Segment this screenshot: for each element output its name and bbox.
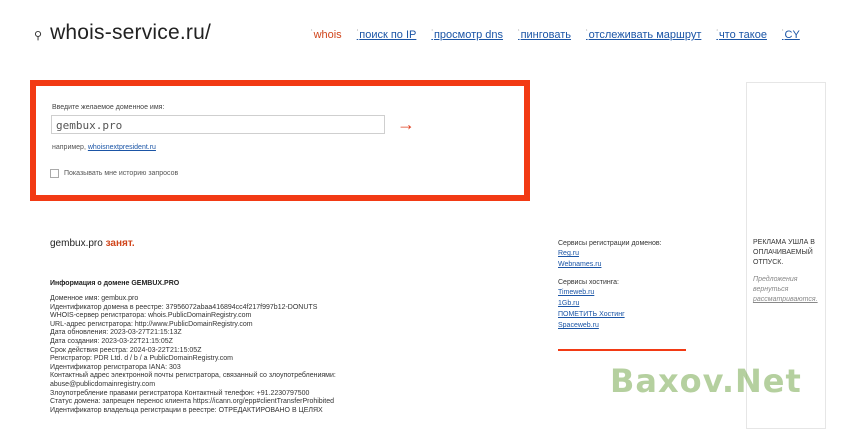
nav-cy[interactable]: ‘CY (782, 29, 800, 41)
info-line: Дата создания: 2023-03-22T21:15:05Z (50, 337, 173, 345)
result-status: gembux.pro занят. (50, 238, 135, 249)
hosting-title: Сервисы хостинга: (558, 279, 619, 286)
service-link-timeweb[interactable]: Timeweb.ru (558, 289, 662, 296)
nav-ip-search[interactable]: ‘поиск по IP (357, 29, 417, 41)
search-example: например, whoisnextpresident.ru (52, 144, 156, 151)
history-checkbox[interactable] (50, 169, 59, 178)
service-link-1gb[interactable]: 1Gb.ru (558, 300, 662, 307)
info-line: Дата обновления: 2023-03-27T21:15:13Z (50, 329, 182, 337)
nav-whois[interactable]: ‘whois (311, 29, 342, 41)
quote-mark-icon: ‘ (716, 29, 718, 36)
services-list: Сервисы регистрации доменов: Reg.ru Webn… (558, 240, 662, 333)
site-title: whois-service.ru/ (50, 21, 212, 44)
info-line: WHOIS-сервер регистратора: whois.PublicD… (50, 312, 252, 320)
example-link[interactable]: whoisnextpresident.ru (88, 144, 156, 151)
quote-mark-icon: ‘ (431, 29, 433, 36)
nav-what-is[interactable]: ‘что такое (716, 29, 767, 41)
search-highlight-frame: Введите желаемое доменное имя: gembux.pr… (30, 80, 530, 201)
key-icon: ⚲ (34, 29, 43, 42)
domain-input[interactable]: gembux.pro (51, 115, 385, 134)
search-label: Введите желаемое доменное имя: (52, 104, 165, 111)
service-link-spaceweb[interactable]: Spaceweb.ru (558, 322, 662, 329)
quote-mark-icon: ‘ (311, 29, 313, 36)
info-line: Идентификатор владельца регистрации в ре… (50, 406, 323, 414)
info-line: Статус домена: запрещен перенос клиента … (50, 398, 334, 406)
watermark: Baxov.Net (610, 362, 802, 400)
info-title: Информация о домене GEMBUX.PRO (50, 280, 180, 287)
history-checkbox-row[interactable]: Показывать мне историю запросов (50, 169, 178, 178)
info-line: Контактный адрес электронной почты регис… (50, 372, 336, 380)
divider (558, 349, 686, 351)
info-line: Злоупотребление правами регистратора Кон… (50, 389, 310, 397)
whois-info: Доменное имя: gembux.pro Идентификатор д… (50, 295, 336, 415)
history-label: Показывать мне историю запросов (64, 170, 179, 177)
info-line: Регистратор: PDR Ltd. d / b / a PublicDo… (50, 355, 234, 363)
service-link-reg[interactable]: Reg.ru (558, 250, 662, 257)
quote-mark-icon: ‘ (518, 29, 520, 36)
info-line: Идентификатор домена в реестре: 37956072… (50, 303, 318, 311)
info-line: Срок действия реестра: 2024-03-22T21:15:… (50, 346, 202, 354)
info-line: abuse@publicdomainregistry.com (50, 380, 156, 388)
registration-title: Сервисы регистрации доменов: (558, 240, 662, 247)
quote-mark-icon: ‘ (586, 29, 588, 36)
service-link-webnames[interactable]: Webnames.ru (558, 261, 662, 268)
top-nav: ‘whois ‘поиск по IP ‘просмотр dns ‘пинго… (311, 29, 815, 41)
service-link-hosting[interactable]: ПОМЕТИТЬ Хостинг (558, 311, 662, 318)
site-logo[interactable]: ⚲ whois-service.ru/ (34, 21, 211, 45)
ad-subtitle: Предложения вернуться рассматриваются. (753, 276, 818, 303)
info-line: Доменное имя: gembux.pro (50, 295, 139, 302)
nav-ping[interactable]: ‘пинговать (518, 29, 571, 41)
ad-title: РЕКЛАМА УШЛА В ОПЛАЧИВАЕМЫЙ ОТПУСК. (753, 239, 815, 266)
nav-traceroute[interactable]: ‘отслеживать маршрут (586, 29, 701, 41)
quote-mark-icon: ‘ (781, 29, 784, 36)
result-domain: gembux.pro (50, 238, 103, 249)
nav-dns-view[interactable]: ‘просмотр dns (431, 29, 503, 41)
ad-link[interactable]: рассматриваются. (753, 296, 818, 303)
submit-arrow-icon[interactable]: → (397, 115, 415, 133)
status-badge: занят. (105, 238, 135, 249)
